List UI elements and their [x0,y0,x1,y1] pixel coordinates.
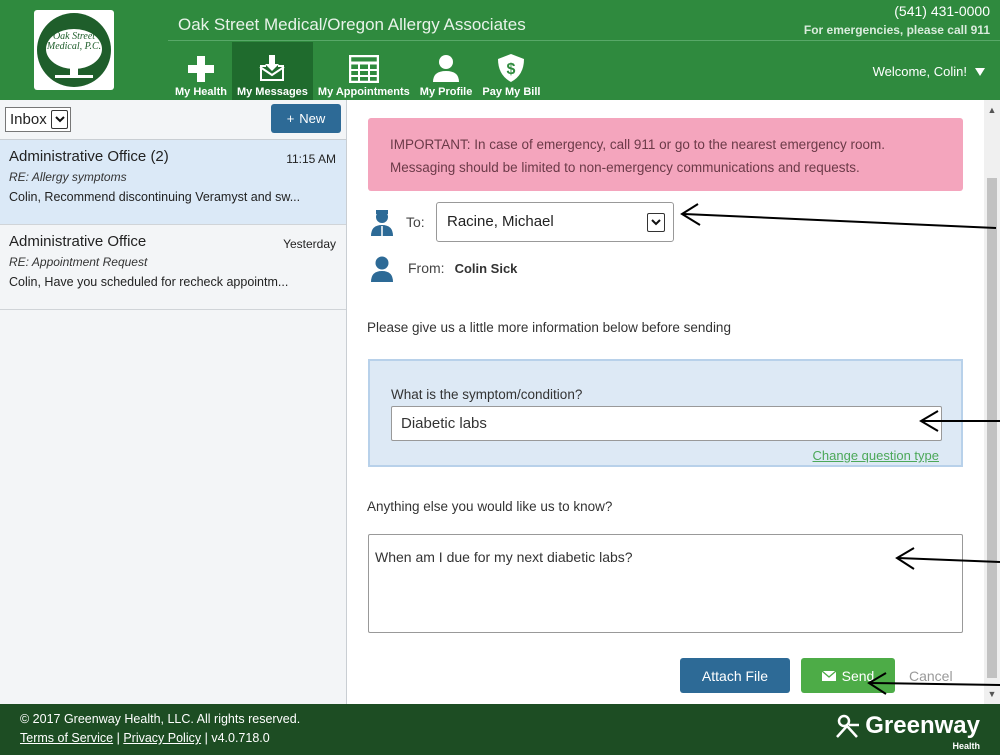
svg-text:$: $ [507,61,516,78]
nav-my-appointments[interactable]: My Appointments [313,42,415,100]
send-label: Send [841,667,875,684]
doctor-icon [371,210,393,236]
nav-label: My Messages [236,86,308,98]
main-nav: My Health My Messages My Appointments My… [170,42,545,100]
symptom-input[interactable]: Diabetic labs [391,406,942,441]
caret-down-icon [975,67,985,76]
practice-logo[interactable]: Oak Street Medical, P.C. [34,10,114,90]
list-item[interactable]: Administrative Office (2) 11:15 AM RE: A… [0,140,346,225]
message-subject: RE: Allergy symptoms [9,170,127,184]
version-text: v4.0.718.0 [211,731,270,745]
folder-value: Inbox [10,111,47,128]
scroll-down-icon[interactable]: ▼ [984,686,1000,702]
nav-label: My Appointments [317,86,410,98]
copyright-text: © 2017 Greenway Health, LLC. All rights … [20,712,301,726]
brand-sub: Health [952,741,980,751]
additional-info-label: Anything else you would like us to know? [367,499,613,514]
recipient-row: To: [368,202,425,242]
nav-label: My Profile [419,86,473,98]
additional-info-textarea[interactable]: When am I due for my next diabetic labs? [368,534,963,633]
send-button[interactable]: Send [801,658,895,693]
question-label: What is the symptom/condition? [391,387,583,402]
header-divider [168,40,1000,41]
list-item[interactable]: Administrative Office Yesterday RE: Appo… [0,225,346,310]
vertical-scrollbar[interactable]: ▲ ▼ [984,100,1000,704]
scroll-up-icon[interactable]: ▲ [984,102,1000,118]
app-header: Oak Street Medical, P.C. Oak Street Medi… [0,0,1000,100]
greenway-brand: Greenway Health [835,712,980,751]
terms-of-service-link[interactable]: Terms of Service [20,731,113,745]
app-footer: © 2017 Greenway Health, LLC. All rights … [0,704,1000,755]
logo-text: Oak Street Medical, P.C. [46,31,102,52]
envelope-download-icon [259,55,285,81]
alert-line-1: IMPORTANT: In case of emergency, call 91… [390,137,885,152]
message-subject: RE: Appointment Request [9,255,148,269]
person-icon [433,55,460,82]
list-toolbar: Inbox + New [0,100,346,140]
message-preview: Colin, Have you scheduled for recheck ap… [9,275,289,289]
emergency-notice: For emergencies, please call 911 [803,23,990,37]
person-icon [371,256,393,282]
new-button-label: New [299,111,326,126]
nav-my-profile[interactable]: My Profile [415,42,478,100]
footer-links: Terms of Service | Privacy Policy | v4.0… [20,731,270,745]
instructions-text: Please give us a little more information… [367,320,731,335]
from-value: Colin Sick [454,260,518,276]
nav-label: Pay My Bill [482,86,541,98]
sender-row: From: Colin Sick [368,254,517,282]
plus-icon: + [286,111,295,126]
from-label: From: [408,260,445,276]
phone-number: (541) 431-0000 [894,3,990,19]
message-preview: Colin, Recommend discontinuing Veramyst … [9,190,301,204]
folder-select[interactable]: Inbox [5,107,71,132]
nav-pay-my-bill[interactable]: $ Pay My Bill [477,42,545,100]
nav-my-messages[interactable]: My Messages [231,42,313,100]
privacy-policy-link[interactable]: Privacy Policy [123,731,201,745]
emergency-alert: IMPORTANT: In case of emergency, call 91… [368,118,963,191]
change-question-type-link[interactable]: Change question type [813,448,939,463]
alert-line-2: Messaging should be limited to non-emerg… [390,160,860,175]
attach-file-button[interactable]: Attach File [680,658,790,693]
recipient-value: Racine, Michael [447,213,554,230]
nav-label: My Health [175,86,227,98]
to-label: To: [406,214,425,230]
calendar-grid-icon [348,55,379,83]
new-message-button[interactable]: + New [271,104,341,133]
cancel-button[interactable]: Cancel [909,668,953,684]
scroll-thumb[interactable] [987,178,997,678]
recipient-select[interactable]: Racine, Michael [436,202,674,242]
chevron-down-icon [647,213,665,232]
message-time: Yesterday [283,237,336,251]
greenway-logo-icon [836,714,860,738]
brand-name: Greenway [865,712,980,739]
practice-name: Oak Street Medical/Oregon Allergy Associ… [178,15,526,34]
welcome-text: Welcome, Colin! [872,64,967,79]
envelope-icon [821,670,836,681]
nav-my-health[interactable]: My Health [170,42,232,100]
user-menu[interactable]: Welcome, Colin! [873,64,985,79]
plus-icon [187,56,214,82]
message-time: 11:15 AM [286,152,336,166]
compose-pane: IMPORTANT: In case of emergency, call 91… [348,100,984,704]
dollar-shield-icon: $ [498,54,525,82]
message-list-pane: Inbox + New Administrative Office (2) 11… [0,100,347,704]
chevron-down-icon [51,110,68,129]
question-box: What is the symptom/condition? Diabetic … [368,359,963,467]
